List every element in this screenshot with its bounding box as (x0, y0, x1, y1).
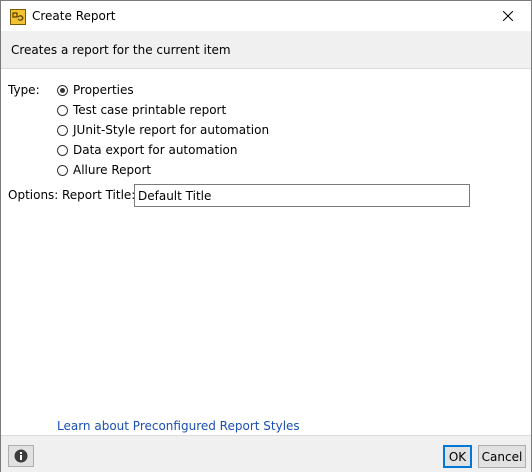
description-banner: Creates a report for the current item (1, 31, 531, 69)
radio-label: JUnit-Style report for automation (73, 123, 270, 137)
radio-label: Properties (73, 83, 134, 97)
radio-label: Test case printable report (73, 103, 227, 117)
cancel-button[interactable]: Cancel (478, 445, 526, 468)
radio-properties[interactable]: Properties (57, 82, 134, 98)
banner-text: Creates a report for the current item (11, 43, 231, 57)
report-title-input[interactable] (134, 184, 470, 207)
options-label: Options: (8, 188, 59, 202)
radio-data-export[interactable]: Data export for automation (57, 142, 238, 158)
create-report-dialog: Create Report Creates a report for the c… (0, 0, 532, 472)
radio-button[interactable] (57, 164, 68, 176)
radio-button[interactable] (57, 144, 68, 156)
radio-label: Allure Report (73, 163, 152, 177)
info-button[interactable] (8, 445, 34, 467)
radio-junit-style[interactable]: JUnit-Style report for automation (57, 122, 269, 138)
radio-allure-report[interactable]: Allure Report (57, 162, 151, 178)
radio-test-case-printable[interactable]: Test case printable report (57, 102, 226, 118)
report-app-icon (10, 9, 26, 25)
preconfigured-styles-link[interactable]: Learn about Preconfigured Report Styles (57, 419, 300, 433)
radio-button[interactable] (57, 124, 68, 136)
report-title-label: Report Title: (62, 188, 136, 202)
close-icon (503, 11, 513, 21)
type-label: Type: (8, 83, 40, 97)
radio-label: Data export for automation (73, 143, 238, 157)
button-bar: OK Cancel (1, 435, 531, 472)
window-title: Create Report (32, 9, 116, 23)
title-bar: Create Report (1, 1, 531, 31)
radio-button-checked[interactable] (57, 84, 68, 96)
content-area: Type: Properties Test case printable rep… (1, 69, 531, 435)
close-button[interactable] (485, 1, 531, 31)
info-icon (14, 449, 28, 463)
ok-button[interactable]: OK (443, 445, 472, 468)
radio-button[interactable] (57, 104, 68, 116)
